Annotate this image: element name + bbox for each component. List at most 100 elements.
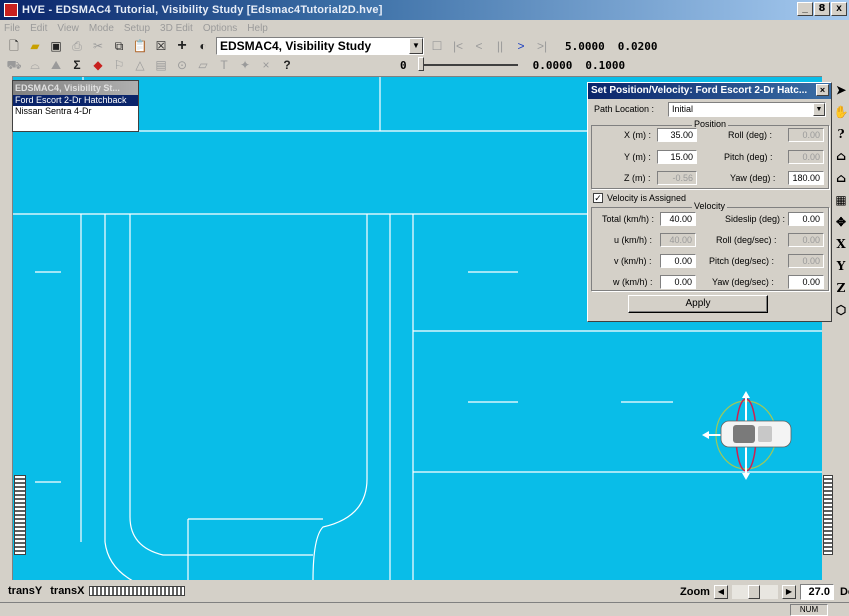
rewind-icon[interactable]: |<	[450, 38, 466, 54]
fast-forward-icon[interactable]: >|	[534, 38, 550, 54]
v-field[interactable]: 0.00	[660, 254, 696, 268]
vehicle-list-item[interactable]: Ford Escort 2-Dr Hatchback	[13, 95, 138, 106]
velocity-assigned-checkbox[interactable]: ✓	[593, 193, 603, 203]
text-icon[interactable]: T	[216, 57, 232, 73]
menu-3d-edit[interactable]: 3D Edit	[160, 23, 193, 34]
time-slider[interactable]	[417, 57, 518, 71]
copy-icon[interactable]: ⧉	[111, 38, 127, 54]
x-field[interactable]: 35.00	[657, 128, 697, 142]
flag-icon[interactable]: ⚐	[111, 57, 127, 73]
menu-mode[interactable]: Mode	[89, 23, 114, 34]
vehicle-manipulator[interactable]	[702, 391, 792, 480]
zoom-value[interactable]: 27.0	[799, 584, 834, 600]
dialog-close-button[interactable]: ×	[816, 84, 829, 96]
time-slider-thumb[interactable]	[417, 57, 424, 71]
new-file-icon[interactable]: 🗋	[6, 38, 22, 54]
vehicle-icon[interactable]: ⛟	[6, 57, 22, 73]
total-field[interactable]: 40.00	[660, 212, 696, 226]
path-location-select[interactable]: Initial ▼	[668, 102, 826, 117]
y-axis-icon[interactable]: Y	[833, 258, 849, 274]
open-folder-icon[interactable]: ▰	[27, 38, 43, 54]
stop-icon[interactable]: ☐	[429, 38, 445, 54]
u-field: 40.00	[660, 233, 696, 247]
frame-readout: 0	[400, 58, 407, 72]
grid-icon[interactable]: ▦	[833, 192, 849, 208]
cube-icon[interactable]: ⬡	[833, 302, 849, 318]
zoom-slider-thumb[interactable]	[747, 585, 760, 599]
menu-edit[interactable]: Edit	[30, 23, 47, 34]
event-select[interactable]: EDSMAC4, Visibility Study ▼	[216, 37, 424, 55]
menu-options[interactable]: Options	[203, 23, 237, 34]
dolly-wheel[interactable]	[823, 475, 833, 555]
y-arrow-up	[742, 391, 750, 398]
step-back-icon[interactable]: <	[471, 38, 487, 54]
trans-y-wheel[interactable]	[14, 475, 26, 555]
menu-setup[interactable]: Setup	[124, 23, 150, 34]
diamond-icon[interactable]: ◆	[90, 57, 106, 73]
x-label: X (m) :	[624, 130, 651, 140]
event-icon[interactable]: ◐	[195, 38, 211, 54]
triangle-icon[interactable]: △	[132, 57, 148, 73]
pitch-rate-label: Pitch (deg/sec) :	[709, 256, 775, 266]
minimize-button[interactable]: _	[797, 2, 813, 16]
zoom-control: Zoom ◀ ▶ 27.0 Dolly	[680, 584, 849, 600]
roll-rate-label: Roll (deg/sec) :	[716, 235, 777, 245]
cut-icon[interactable]: ✂	[90, 38, 106, 54]
pin-icon[interactable]: ✦	[237, 57, 253, 73]
chevron-down-icon[interactable]: ▼	[813, 103, 825, 116]
vehicle-list: EDSMAC4, Visibility St... Ford Escort 2-…	[12, 80, 139, 132]
terrain-icon[interactable]: ⛰	[48, 57, 64, 73]
close-x-icon[interactable]: ×	[258, 57, 274, 73]
hand-icon[interactable]: ✋	[833, 104, 849, 120]
apply-button[interactable]: Apply	[628, 295, 768, 313]
vehicle-list-item[interactable]: Nissan Sentra 4-Dr	[13, 106, 138, 117]
menu-view[interactable]: View	[57, 23, 79, 34]
skew-icon[interactable]: ▱	[195, 57, 211, 73]
zoom-right-button[interactable]: ▶	[781, 585, 796, 599]
circle-icon[interactable]: ⊙	[174, 57, 190, 73]
delete-icon[interactable]: ☒	[153, 38, 169, 54]
help-icon[interactable]: ?	[279, 57, 295, 73]
pitch-rate-field: 0.00	[788, 254, 824, 268]
pause-icon[interactable]: ||	[492, 38, 508, 54]
sigma-icon[interactable]: Σ	[69, 57, 85, 73]
close-button[interactable]: x	[831, 2, 847, 16]
yaw-rate-label: Yaw (deg/sec) :	[712, 277, 774, 287]
y-field[interactable]: 15.00	[657, 150, 697, 164]
yaw-label: Yaw (deg) :	[730, 173, 776, 183]
title-bar: HVE - EDSMAC4 Tutorial, Visibility Study…	[0, 0, 849, 20]
yaw-field[interactable]: 180.00	[788, 171, 824, 185]
z-axis-icon[interactable]: Z	[833, 280, 849, 296]
sideslip-field[interactable]: 0.00	[788, 212, 824, 226]
paste-icon[interactable]: 📋	[132, 38, 148, 54]
yaw-rate-field[interactable]: 0.00	[788, 275, 824, 289]
trans-x-wheel[interactable]	[88, 586, 185, 596]
maximize-button[interactable]: 8	[814, 2, 830, 16]
play-icon[interactable]: >	[513, 38, 529, 54]
house-icon[interactable]: ⌂	[833, 148, 849, 164]
add-icon[interactable]: +	[174, 38, 190, 54]
w-field[interactable]: 0.00	[660, 275, 696, 289]
u-label: u (km/h) :	[614, 235, 653, 245]
print-icon[interactable]: ⎙	[69, 38, 85, 54]
arrow-pointer-icon[interactable]: ➤	[833, 82, 849, 98]
menu-file[interactable]: File	[4, 23, 20, 34]
path-location-value: Initial	[672, 104, 694, 114]
left-corner-curve-2	[104, 541, 133, 580]
right-tool-palette: ➤ ✋ ? ⌂ ⌂ ▦ ✥ X Y Z ⬡	[833, 82, 849, 342]
list-icon[interactable]: ▤	[153, 57, 169, 73]
house-alt-icon[interactable]: ⌂	[833, 170, 849, 186]
road-icon[interactable]: ⌓	[27, 57, 43, 73]
target-icon[interactable]: ✥	[833, 214, 849, 230]
window-title: HVE - EDSMAC4 Tutorial, Visibility Study…	[22, 4, 383, 16]
chevron-down-icon[interactable]: ▼	[409, 38, 423, 54]
x-axis-icon[interactable]: X	[833, 236, 849, 252]
zoom-slider[interactable]	[731, 585, 778, 599]
app-icon	[4, 3, 18, 17]
zoom-left-button[interactable]: ◀	[713, 585, 728, 599]
menu-help[interactable]: Help	[247, 23, 268, 34]
left-corner-curve	[129, 516, 188, 556]
query-icon[interactable]: ?	[833, 126, 849, 142]
save-icon[interactable]: ▣	[48, 38, 64, 54]
pitch-field: 0.00	[788, 150, 824, 164]
